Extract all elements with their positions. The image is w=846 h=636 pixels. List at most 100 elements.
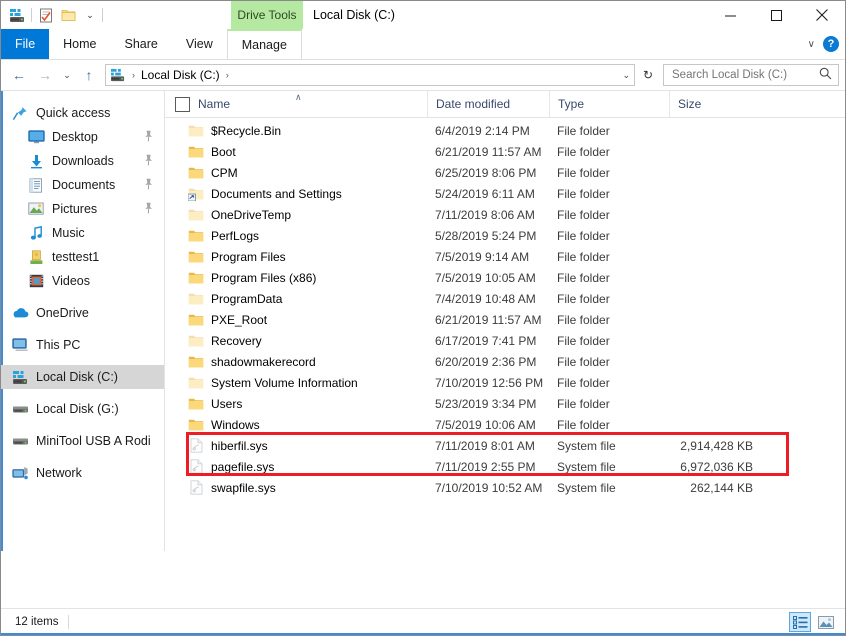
- sidebar-item-onedrive[interactable]: OneDrive: [1, 301, 164, 325]
- minimize-button[interactable]: [707, 1, 753, 29]
- column-header-type-label: Type: [558, 97, 585, 111]
- table-row[interactable]: PXE_Root 6/21/2019 11:57 AM File folder: [165, 309, 845, 330]
- breadcrumb-separator-1: ›: [132, 70, 135, 80]
- drive-icon[interactable]: [8, 6, 26, 24]
- tab-share[interactable]: Share: [111, 29, 172, 59]
- table-row[interactable]: Windows 7/5/2019 10:06 AM File folder: [165, 414, 845, 435]
- sidebar-item-music[interactable]: Music: [1, 221, 164, 245]
- table-row[interactable]: swapfile.sys 7/10/2019 10:52 AM System fil…: [165, 477, 845, 498]
- sidebar-item-documents[interactable]: Documents: [1, 173, 164, 197]
- size-cell: [669, 351, 759, 372]
- select-all-checkbox[interactable]: [175, 96, 190, 112]
- network-icon: [11, 465, 29, 481]
- sidebar-item-quick-access[interactable]: Quick access: [1, 101, 164, 125]
- tab-view[interactable]: View: [172, 29, 227, 59]
- breadcrumb-dropdown-icon[interactable]: ⌄: [622, 70, 630, 81]
- ribbon-right-controls: ∨ ?: [808, 29, 839, 59]
- size-cell: [669, 288, 759, 309]
- pin-icon[interactable]: [143, 130, 154, 145]
- sidebar-item-videos[interactable]: Videos: [1, 269, 164, 293]
- folder-user-icon: [27, 249, 45, 265]
- table-row[interactable]: Boot 6/21/2019 11:57 AM File folder: [165, 141, 845, 162]
- table-row[interactable]: Program Files 7/5/2019 9:14 AM File folder: [165, 246, 845, 267]
- column-header-type[interactable]: Type: [549, 91, 669, 117]
- sidebar-item-local-disk-c[interactable]: Local Disk (C:): [1, 365, 164, 389]
- new-folder-icon[interactable]: [60, 6, 78, 24]
- table-row[interactable]: Documents and Settings 5/24/2019 6:11 AM F…: [165, 183, 845, 204]
- forward-button[interactable]: →: [33, 63, 57, 87]
- sidebar-item-label: Local Disk (G:): [36, 402, 119, 416]
- table-row[interactable]: shadowmakerecord 6/20/2019 2:36 PM File fo…: [165, 351, 845, 372]
- table-row[interactable]: OneDriveTemp 7/11/2019 8:06 AM File folder: [165, 204, 845, 225]
- table-row[interactable]: PerfLogs 5/28/2019 5:24 PM File folder: [165, 225, 845, 246]
- date-modified-cell: 7/4/2019 10:48 AM: [435, 291, 536, 306]
- sidebar-item-minitool-usb-a-rodi[interactable]: MiniTool USB A Rodi: [1, 429, 164, 453]
- sidebar-item-desktop[interactable]: Desktop: [1, 125, 164, 149]
- table-row[interactable]: ProgramData 7/4/2019 10:48 AM File folder: [165, 288, 845, 309]
- sidebar-item-pictures[interactable]: Pictures: [1, 197, 164, 221]
- refresh-button[interactable]: ↻: [637, 64, 659, 86]
- file-name-label: CPM: [211, 165, 238, 180]
- table-row[interactable]: CPM 6/25/2019 8:06 PM File folder: [165, 162, 845, 183]
- size-cell: [669, 309, 759, 330]
- quick-access-toolbar: ⌄: [1, 1, 103, 29]
- sidebar-item-downloads[interactable]: Downloads: [1, 149, 164, 173]
- this-pc-icon: [11, 337, 29, 353]
- sidebar-item-testtest1[interactable]: testtest1: [1, 245, 164, 269]
- date-modified-cell: 6/20/2019 2:36 PM: [435, 354, 537, 369]
- table-row[interactable]: Program Files (x86) 7/5/2019 10:05 AM File…: [165, 267, 845, 288]
- date-modified-cell: 5/28/2019 5:24 PM: [435, 228, 537, 243]
- recent-locations-icon[interactable]: ⌄: [59, 63, 75, 87]
- search-input[interactable]: [670, 68, 832, 82]
- chevron-down-icon[interactable]: ∨: [808, 39, 815, 50]
- table-row[interactable]: hiberfil.sys 7/11/2019 8:01 AM System file…: [165, 435, 845, 456]
- details-view-button[interactable]: [789, 612, 811, 632]
- breadcrumb-separator-2[interactable]: ›: [222, 70, 233, 80]
- search-box[interactable]: [663, 64, 839, 86]
- table-row[interactable]: Users 5/23/2019 3:34 PM File folder: [165, 393, 845, 414]
- date-modified-cell: 5/23/2019 3:34 PM: [435, 396, 537, 411]
- close-button[interactable]: [799, 1, 845, 29]
- pin-icon[interactable]: [143, 202, 154, 217]
- table-row[interactable]: Recovery 6/17/2019 7:41 PM File folder: [165, 330, 845, 351]
- file-name-label: swapfile.sys: [211, 480, 276, 495]
- large-icons-view-button[interactable]: [815, 612, 837, 632]
- pin-icon[interactable]: [143, 178, 154, 193]
- table-row[interactable]: pagefile.sys 7/11/2019 2:55 PM System file…: [165, 456, 845, 477]
- tab-file[interactable]: File: [1, 29, 50, 59]
- sidebar-item-network[interactable]: Network: [1, 461, 164, 485]
- file-name-label: Boot: [211, 144, 236, 159]
- breadcrumb-item-local-disk-c[interactable]: Local Disk (C:): [139, 68, 222, 82]
- search-icon[interactable]: [819, 67, 832, 83]
- pin-icon[interactable]: [143, 154, 154, 169]
- table-row[interactable]: System Volume Information 7/10/2019 12:56…: [165, 372, 845, 393]
- file-name-cell: PXE_Root: [165, 309, 427, 330]
- sidebar-item-local-disk-g[interactable]: Local Disk (G:): [1, 397, 164, 421]
- tab-home[interactable]: Home: [49, 29, 110, 59]
- size-cell: [669, 162, 759, 183]
- address-bar: ← → ⌄ ↑ › Local Disk (C:) › ⌄ ↻: [1, 60, 845, 90]
- star-pin-icon: [11, 105, 29, 121]
- column-header-name[interactable]: Name ∧: [165, 91, 427, 117]
- type-cell: File folder: [557, 396, 610, 411]
- quick-access-dropdown-icon[interactable]: ⌄: [83, 7, 97, 23]
- column-header-date-modified[interactable]: Date modified: [427, 91, 549, 117]
- tab-manage[interactable]: Manage: [226, 29, 302, 59]
- properties-icon[interactable]: [37, 6, 55, 24]
- table-row[interactable]: $Recycle.Bin 6/4/2019 2:14 PM File folder: [165, 120, 845, 141]
- file-name-label: Users: [211, 396, 243, 411]
- back-button[interactable]: ←: [7, 63, 31, 87]
- maximize-button[interactable]: [753, 1, 799, 29]
- help-icon[interactable]: ?: [823, 36, 839, 52]
- sidebar-item-this-pc[interactable]: This PC: [1, 333, 164, 357]
- toolbar-divider: [31, 8, 32, 22]
- file-name-cell: Recovery: [165, 330, 427, 351]
- column-header-size[interactable]: Size: [669, 91, 759, 117]
- size-cell: [669, 393, 759, 414]
- breadcrumb[interactable]: › Local Disk (C:) › ⌄: [105, 64, 635, 86]
- date-modified-cell: 6/25/2019 8:06 PM: [435, 165, 537, 180]
- up-button[interactable]: ↑: [77, 63, 101, 87]
- type-cell: File folder: [557, 186, 610, 201]
- file-name-label: Windows: [211, 417, 260, 432]
